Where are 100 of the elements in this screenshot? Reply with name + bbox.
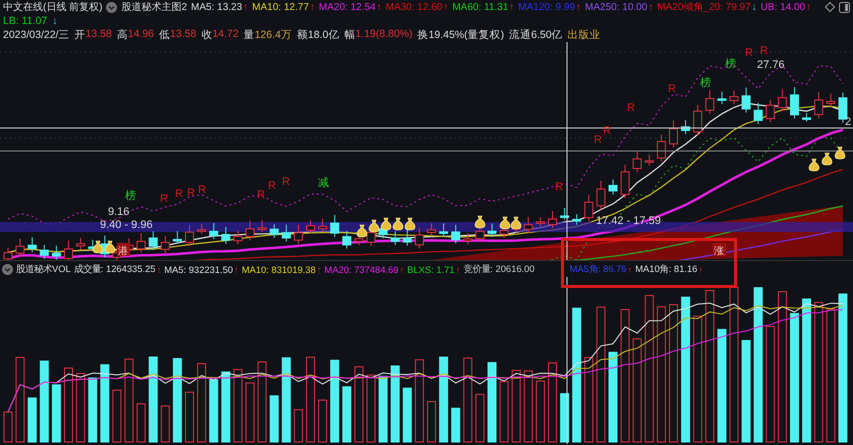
signal-marker: R — [555, 181, 563, 193]
candlestick — [778, 89, 787, 112]
trend-arrow: ↑ — [443, 2, 448, 12]
volume-bar — [427, 401, 436, 442]
indicator-value: MA5: 13.23 — [191, 2, 242, 12]
money-bag-icon — [834, 146, 846, 160]
candlestick — [318, 218, 328, 233]
candlestick — [644, 154, 654, 166]
quote-field: 换19.45%(量复权) — [418, 28, 504, 42]
indicator-value: 竞价量: 20616.00 — [463, 262, 535, 276]
candlestick — [790, 86, 799, 119]
trend-arrow: ↑ — [310, 2, 315, 12]
indicator-value: MA10: 12.77 — [252, 2, 309, 12]
candlestick — [693, 104, 702, 136]
chevron-down-icon[interactable] — [106, 2, 118, 12]
candlestick — [826, 92, 836, 108]
candlestick — [28, 236, 37, 253]
candlestick — [705, 90, 714, 114]
indicator-value: MA60: 11.31 — [452, 2, 508, 12]
candlestick — [209, 222, 218, 240]
quote-field: 额18.0亿 — [296, 28, 340, 42]
candlestick — [632, 150, 642, 173]
candlestick — [136, 232, 146, 253]
price-label: 27.76 — [757, 59, 785, 71]
candlestick — [270, 224, 279, 238]
trend-arrow: ↑ — [156, 264, 162, 274]
trend-arrow: ↓ — [752, 2, 757, 12]
signal-marker: R — [198, 184, 206, 196]
volume-bar — [28, 397, 37, 442]
indicator-value: MA20倾角_20: 79.97 — [657, 1, 751, 14]
money-bag-icon — [392, 218, 404, 230]
candlestick — [427, 222, 436, 237]
trend-arrow: ↑ — [509, 2, 514, 12]
money-bag-icon — [808, 158, 820, 172]
tag-badge: 涨 — [713, 243, 726, 257]
indicator-value: 成交量: 1264335.25 — [74, 262, 156, 276]
volume-bar — [160, 406, 170, 442]
volume-bar — [318, 400, 328, 442]
study-name: 股道秘术主图2 — [121, 0, 188, 14]
candlestick — [233, 230, 242, 245]
trend-arrow: ↑ — [234, 264, 239, 274]
panel-toggle-icon[interactable] — [839, 2, 850, 12]
indicator-value: LB: 11.07 — [3, 15, 48, 27]
candlestick — [584, 194, 594, 222]
axis-label: 2 — [845, 116, 852, 128]
candlestick — [838, 92, 848, 124]
candlestick — [596, 180, 606, 210]
price-label: 9.40 - 9.96 — [100, 219, 153, 231]
candlestick — [548, 210, 557, 229]
signal-marker: R — [745, 47, 753, 59]
chart-title: 中文在线(日线 前复权) — [3, 0, 102, 14]
candlestick — [294, 224, 303, 244]
trend-arrow: ↑ — [648, 2, 654, 12]
trend-arrow: ↑ — [243, 2, 248, 12]
quote-field: 收14.72 — [201, 28, 239, 42]
signal-marker: R — [282, 176, 290, 188]
rank-marker: 榜 — [125, 190, 136, 202]
indicator-value: BLXS: 1.71 — [407, 264, 455, 274]
candlestick — [451, 224, 460, 244]
candlestick — [330, 214, 340, 238]
trend-arrow: ↑ — [316, 264, 322, 274]
chevron-down-icon[interactable] — [2, 264, 13, 274]
volume-bar — [76, 373, 86, 442]
trend-arrow: ↑ — [456, 264, 460, 274]
volume-bar — [52, 384, 61, 442]
price-label: 17.42 - 17.59 — [596, 215, 661, 227]
quote-field: 2023/03/22/三 — [3, 28, 70, 42]
volume-bar — [270, 395, 279, 442]
tag-badge: 港 — [117, 243, 130, 257]
volume-bar — [209, 379, 218, 442]
quote-field: 量126.4万 — [244, 28, 292, 42]
trend-arrow: ↓ — [52, 15, 58, 27]
volume-bar — [366, 374, 376, 442]
candlestick — [814, 92, 824, 119]
candlestick — [16, 238, 25, 258]
study-name: 股道秘术VOL — [16, 262, 71, 276]
candlestick — [608, 179, 618, 196]
money-bag-icon — [92, 240, 104, 254]
candlestick — [669, 120, 678, 148]
indicator-value: MA30: 12.60 — [386, 2, 442, 12]
volume-bar — [112, 390, 122, 442]
signal-marker: R — [175, 188, 183, 200]
signal-marker: R — [668, 83, 676, 95]
money-bag-icon — [474, 216, 486, 228]
diamond-icon[interactable] — [825, 2, 835, 12]
candlestick — [681, 120, 690, 135]
quote-field: 高14.96 — [116, 28, 154, 42]
volume-bar — [221, 371, 230, 442]
candlestick — [258, 220, 267, 232]
volume-bar — [136, 403, 146, 442]
indicator-value: MA10: 831019.38 — [242, 264, 316, 274]
indicator-value: MA10角: 81.16 — [635, 262, 698, 276]
candlestick — [742, 87, 751, 114]
candlestick — [463, 232, 472, 245]
candlestick — [754, 102, 763, 125]
indicator-value: MA5: 932231.50 — [164, 264, 234, 274]
trend-arrow: ↑ — [376, 2, 382, 12]
volume-bar — [451, 408, 460, 442]
rank-marker: 榜 — [725, 58, 736, 70]
candlestick — [221, 226, 230, 244]
